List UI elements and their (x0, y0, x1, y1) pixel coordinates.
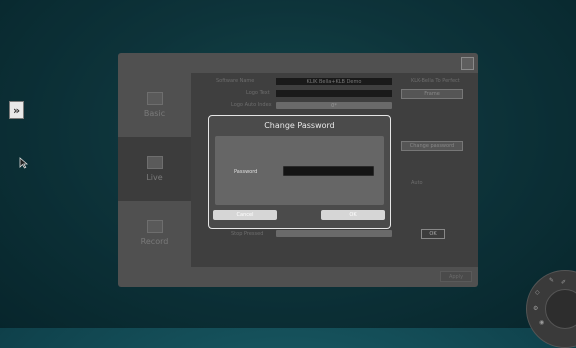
cancel-button-label: Cancel (236, 212, 254, 218)
tab-record-label: Record (140, 237, 169, 246)
apply-button-label: Apply (448, 273, 464, 280)
software-name-field[interactable]: KLIK Bella+KLB Demo (276, 78, 392, 85)
apply-button[interactable]: Apply (440, 271, 472, 282)
logo-text-field[interactable] (276, 90, 392, 97)
tab-basic[interactable]: Basic (118, 73, 191, 137)
radial-menu-center[interactable] (545, 289, 576, 329)
broadcast-icon (146, 156, 163, 169)
stop-pressed-label: Stop Pressed (231, 231, 264, 237)
software-name-label: Software Name (216, 78, 255, 84)
tab-live[interactable]: Live (118, 137, 191, 201)
settings-tabs: Basic Live Record (118, 73, 191, 287)
software-name-value: KLIK Bella+KLB Demo (306, 78, 362, 85)
camera-icon[interactable]: ◉ (539, 319, 544, 326)
tab-live-label: Live (146, 173, 163, 182)
tab-record[interactable]: Record (118, 201, 191, 265)
change-password-label: Change password (409, 143, 455, 149)
cancel-button[interactable]: Cancel (213, 210, 277, 220)
dialog-title: Change Password (264, 121, 335, 130)
logo-auto-value: 0* (331, 102, 337, 109)
double-chevron-right-icon: » (12, 103, 21, 117)
ok-button[interactable]: OK (321, 210, 385, 220)
change-password-dialog: Change Password Password Cancel OK (208, 115, 391, 229)
eraser-icon[interactable]: ◇ (535, 289, 540, 296)
brush-icon[interactable]: ✐ (561, 279, 566, 286)
monitor-icon (146, 92, 163, 105)
password-label: Password (234, 169, 258, 175)
pen-icon[interactable]: ✎ (549, 277, 554, 284)
frame-button[interactable]: Frame (401, 89, 463, 99)
logo-auto-label: Logo Auto Index (231, 102, 272, 108)
dialog-panel: Password (215, 136, 384, 205)
window-menu-button[interactable] (461, 57, 474, 70)
stop-pressed-field[interactable] (276, 230, 392, 237)
frame-button-label: Frame (424, 91, 440, 97)
change-password-button[interactable]: Change password (401, 141, 463, 151)
ok-button-label: OK (349, 212, 357, 218)
password-input[interactable] (283, 166, 374, 176)
tab-basic-label: Basic (143, 109, 166, 118)
logo-auto-select[interactable]: 0* (276, 102, 392, 109)
sidebar-toggle-button[interactable]: » (9, 101, 24, 119)
gear-icon[interactable]: ⚙ (533, 305, 538, 312)
logo-text-label: Logo Text (246, 90, 270, 96)
right-top-text: KLK-Bella To Perfect (411, 78, 460, 84)
record-icon (146, 220, 163, 233)
auto-label: Auto (411, 180, 423, 186)
ok-small-button[interactable]: OK (421, 229, 445, 239)
mouse-cursor-icon (19, 157, 28, 169)
ok-small-label: OK (429, 231, 437, 237)
